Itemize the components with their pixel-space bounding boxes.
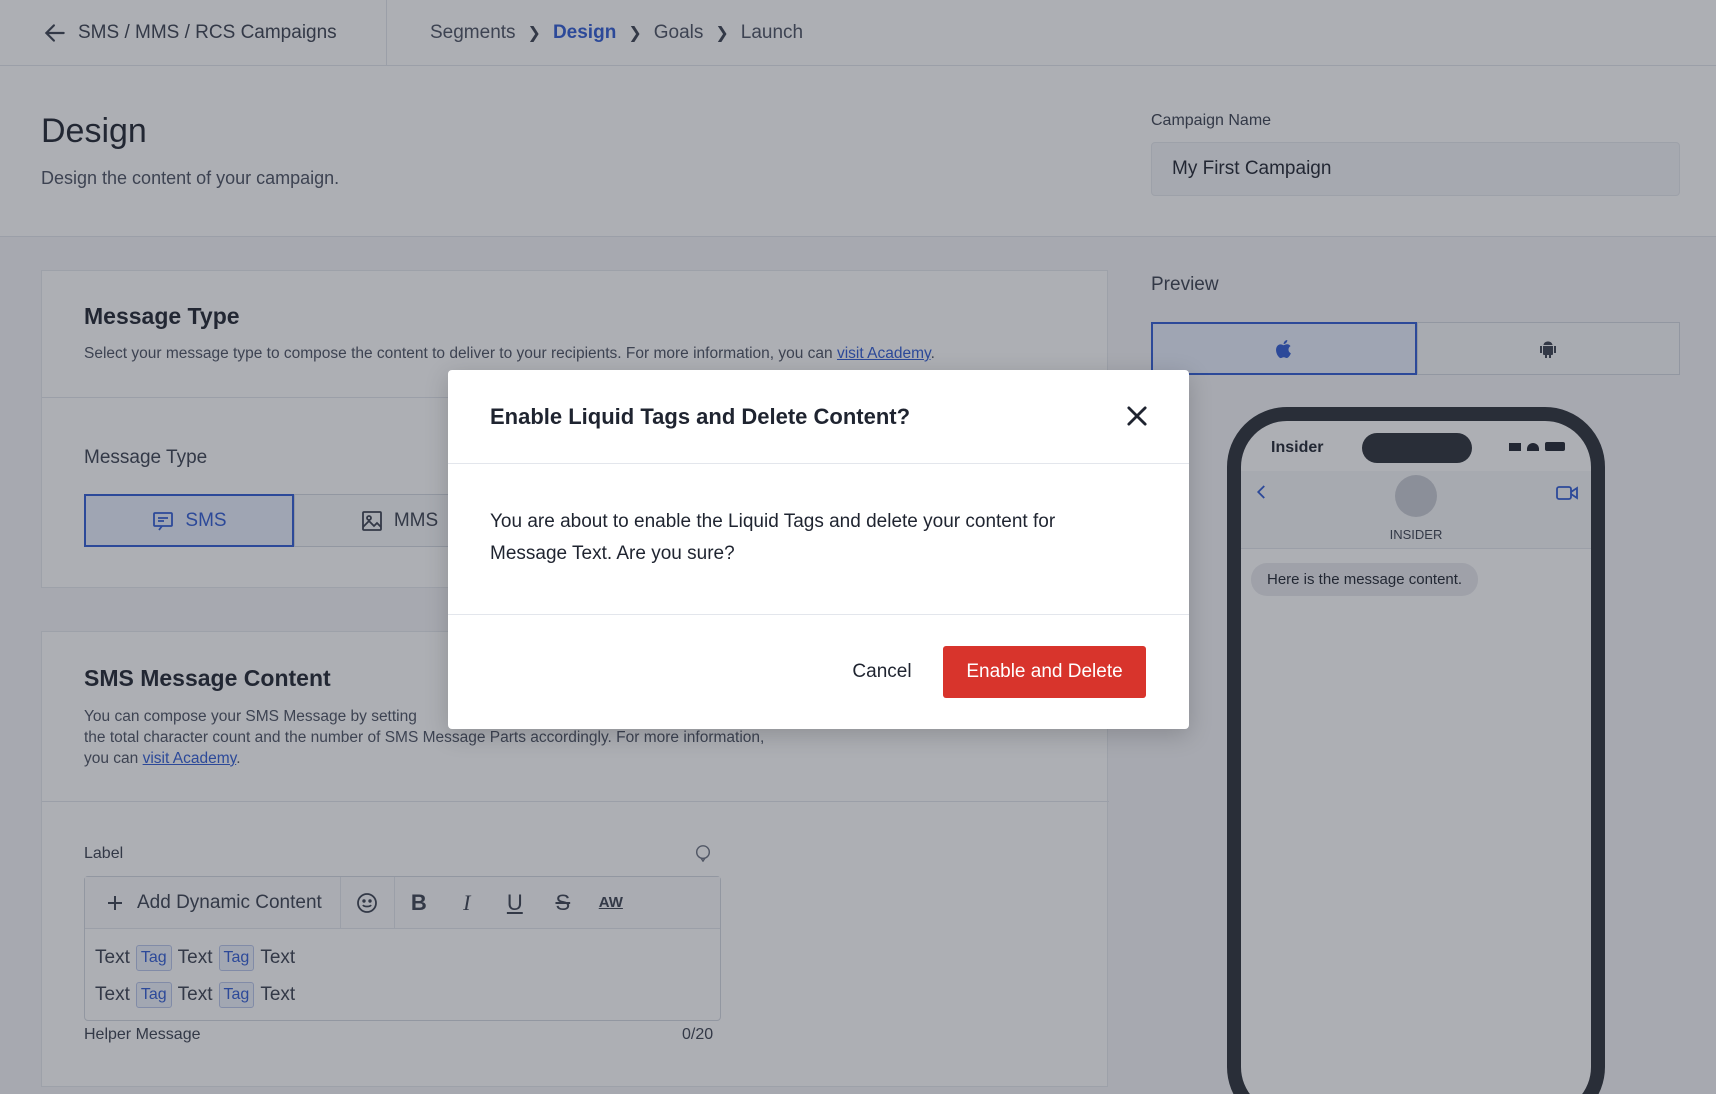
close-icon[interactable] [1123,402,1151,430]
confirm-dialog: Enable Liquid Tags and Delete Content? Y… [448,370,1189,729]
enable-and-delete-button[interactable]: Enable and Delete [943,646,1146,698]
divider [448,463,1189,464]
dialog-message: You are about to enable the Liquid Tags … [490,511,1056,564]
dialog-title: Enable Liquid Tags and Delete Content? [490,404,911,429]
divider [448,614,1189,615]
cancel-button[interactable]: Cancel [820,646,944,698]
